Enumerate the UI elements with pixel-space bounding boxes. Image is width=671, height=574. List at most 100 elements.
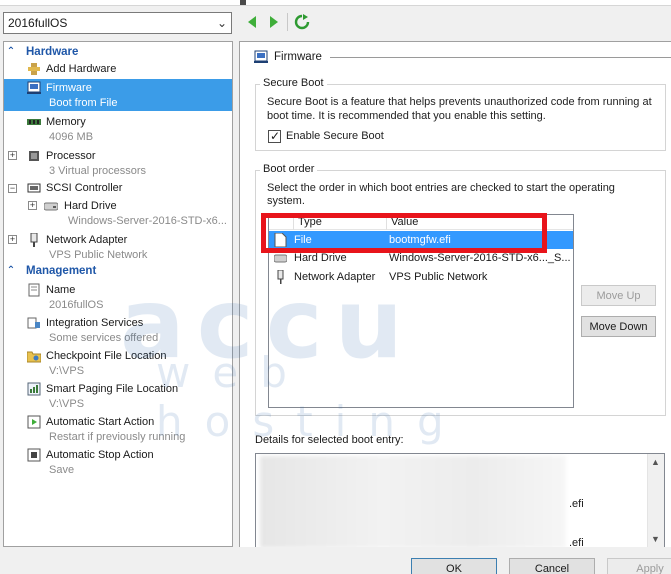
collapse-icon[interactable]: − — [8, 184, 17, 193]
details-scrollbar[interactable]: ▲ ▼ — [647, 454, 664, 547]
apply-button[interactable]: Apply — [607, 558, 671, 574]
column-separator — [386, 215, 387, 230]
column-header-value[interactable]: Value — [391, 216, 418, 228]
title-rule — [330, 57, 671, 58]
sidebar-item-sublabel: Windows-Server-2016-STD-x6... — [68, 215, 227, 227]
sidebar-item-sublabel: Restart if previously running — [49, 431, 186, 443]
ok-label: OK — [446, 562, 462, 574]
firmware-settings-panel: Firmware Secure Boot Secure Boot is a fe… — [239, 41, 671, 547]
toolbar-separator — [287, 13, 288, 31]
sidebar-item-sublabel: 4096 MB — [49, 131, 94, 143]
boot-entry-type: File — [294, 234, 312, 246]
boot-order-list-header: Type Value — [269, 215, 573, 230]
details-fragment: .efi — [569, 498, 584, 510]
title-strip — [0, 0, 671, 6]
boot-order-description-line1: Select the order in which boot entries a… — [267, 182, 615, 194]
redacted-region — [260, 456, 566, 547]
sidebar-item-network-adapter[interactable]: + Network Adapter VPS Public Network — [4, 231, 232, 263]
sidebar-item-automatic-start-action[interactable]: Automatic Start Action Restart if previo… — [4, 413, 232, 445]
apply-label: Apply — [636, 562, 664, 574]
sidebar-item-sublabel: 2016fullOS — [49, 299, 104, 311]
scroll-up-icon[interactable]: ▲ — [651, 457, 660, 467]
move-down-label: Move Down — [589, 320, 648, 333]
sidebar-item-label: Smart Paging File Location — [46, 383, 179, 395]
expand-icon[interactable]: + — [8, 235, 17, 244]
network-adapter-icon — [30, 233, 38, 247]
ok-button[interactable]: OK — [411, 558, 497, 574]
sidebar-item-sublabel: Save — [49, 464, 75, 476]
cancel-button[interactable]: Cancel — [509, 558, 595, 574]
boot-entry-value: Windows-Server-2016-STD-x6..._S... — [389, 252, 571, 264]
stop-action-icon — [27, 448, 41, 462]
sidebar-item-integration-services[interactable]: Integration Services Some services offer… — [4, 314, 232, 346]
boot-entry-value: bootmgfw.efi — [389, 234, 451, 246]
move-up-label: Move Up — [596, 289, 641, 302]
sidebar-item-add-hardware[interactable]: Add Hardware — [4, 61, 232, 78]
boot-entry-type: Network Adapter — [294, 271, 376, 283]
enable-secure-boot-checkbox[interactable]: ✓ — [268, 129, 281, 143]
sidebar-item-processor[interactable]: + Processor 3 Virtual processors — [4, 147, 232, 179]
sidebar-item-label: SCSI Controller — [46, 182, 123, 194]
column-header-type[interactable]: Type — [298, 216, 322, 228]
sidebar-item-label: Checkpoint File Location — [46, 350, 167, 362]
smart-paging-icon — [27, 382, 41, 396]
boot-order-description-line2: system. — [267, 195, 305, 207]
boot-order-list[interactable]: Type Value File bootmgfw.efi Hard Drive … — [268, 214, 574, 408]
management-header-label: Management — [26, 264, 97, 277]
boot-entry-details[interactable]: .efi .efi ▲ ▼ — [255, 453, 665, 547]
move-down-button[interactable]: Move Down — [581, 316, 656, 337]
sidebar-item-sublabel: VPS Public Network — [49, 249, 148, 261]
expand-icon[interactable]: + — [28, 201, 37, 210]
expand-icon[interactable]: + — [8, 151, 17, 160]
integration-services-icon — [27, 317, 40, 329]
secure-boot-label: Secure Boot — [260, 77, 327, 89]
sidebar-item-scsi-controller[interactable]: − SCSI Controller — [4, 180, 232, 197]
dialog-footer: OK Cancel Apply — [0, 550, 671, 574]
sidebar-item-label: Add Hardware — [46, 63, 117, 75]
checkmark-icon: ✓ — [270, 129, 281, 143]
name-icon — [28, 283, 40, 297]
sidebar-item-sublabel: Some services offered — [49, 332, 159, 344]
forward-arrow-icon[interactable] — [266, 14, 282, 30]
sidebar-item-name[interactable]: Name 2016fullOS — [4, 281, 232, 313]
sidebar-item-hard-drive[interactable]: + Hard Drive Windows-Server-2016-STD-x6.… — [4, 197, 232, 229]
boot-entry-value: VPS Public Network — [389, 271, 488, 283]
collapse-icon: ⌃ — [6, 265, 16, 276]
sidebar-item-checkpoint-file-location[interactable]: Checkpoint File Location V:\VPS — [4, 347, 232, 379]
settings-tree: ⌃ Hardware Add Hardware Firmware Boot fr… — [3, 41, 233, 547]
boot-entry-row[interactable]: Hard Drive Windows-Server-2016-STD-x6...… — [269, 249, 573, 267]
sidebar-item-label: Firmware — [46, 82, 92, 94]
sidebar-item-smart-paging-file-location[interactable]: Smart Paging File Location V:\VPS — [4, 380, 232, 412]
sidebar-item-automatic-stop-action[interactable]: Automatic Stop Action Save — [4, 446, 232, 478]
sidebar-item-sublabel: Boot from File — [49, 97, 118, 109]
sidebar-item-memory[interactable]: Memory 4096 MB — [4, 113, 232, 145]
vm-selector-value: 2016fullOS — [8, 16, 68, 30]
boot-entry-type: Hard Drive — [294, 252, 347, 264]
memory-icon — [27, 119, 41, 125]
sidebar-item-label: Processor — [46, 150, 96, 162]
refresh-icon[interactable] — [294, 14, 310, 30]
details-fragment: .efi — [569, 537, 584, 547]
hard-drive-icon — [44, 202, 58, 211]
firmware-title: Firmware — [254, 50, 671, 64]
cancel-label: Cancel — [534, 562, 570, 574]
hardware-section-header[interactable]: ⌃ Hardware — [4, 44, 232, 59]
sidebar-item-sublabel: 3 Virtual processors — [49, 165, 147, 177]
enable-secure-boot-label[interactable]: Enable Secure Boot — [286, 129, 384, 143]
boot-entry-row[interactable]: Network Adapter VPS Public Network — [269, 268, 573, 286]
boot-entry-row[interactable]: File bootmgfw.efi — [269, 231, 573, 249]
sidebar-item-firmware[interactable]: Firmware Boot from File — [4, 79, 232, 111]
collapse-icon: ⌃ — [6, 46, 16, 57]
move-up-button[interactable]: Move Up — [581, 285, 656, 306]
management-section-header[interactable]: ⌃ Management — [4, 263, 232, 278]
sidebar-item-label: Name — [46, 284, 76, 296]
back-arrow-icon[interactable] — [244, 14, 260, 30]
hardware-header-label: Hardware — [26, 45, 79, 58]
sidebar-item-label: Memory — [46, 116, 86, 128]
vm-selector-dropdown[interactable]: 2016fullOS ⌄ — [3, 12, 232, 34]
firmware-icon — [27, 81, 41, 94]
title-mark — [240, 0, 246, 5]
firmware-title-label: Firmware — [274, 51, 322, 63]
scroll-down-icon[interactable]: ▼ — [651, 534, 660, 544]
sidebar-item-label: Integration Services — [46, 317, 144, 329]
